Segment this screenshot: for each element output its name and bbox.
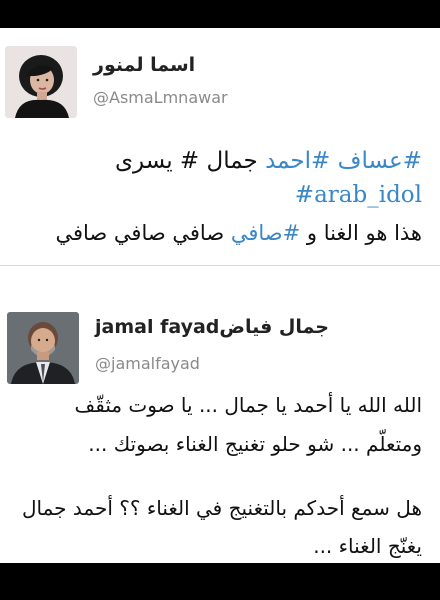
tweet-jamal: jamal fayadجمال فياض @jamalfayad الله ال… [0,266,440,563]
avatar-asma[interactable] [5,46,77,118]
hashtag-link[interactable]: #احمد [265,148,330,174]
tweet-text: الله الله يا أحمد يا جمال ... يا صوت مثق… [74,393,423,417]
tweet-screenshot: اسما لمنور @AsmaLmnawar #عساف #احمد جمال… [0,28,440,563]
tweet-text: يغنّج الغناء ... [313,534,422,558]
tweet-text: هل سمع أحدكم بالتغنيج في الغناء ؟؟ أحمد … [21,496,422,520]
tweet-text: جمال # يسرى [115,148,266,174]
display-name-latin: jamal fayad [95,316,220,338]
avatar-jamal[interactable] [7,312,79,384]
tweet-text: هذا هو الغنا و [300,221,422,245]
display-name-arabic: جمال فياض [219,316,329,338]
hashtag-link[interactable]: #صافي [231,221,300,245]
tweet-asma: اسما لمنور @AsmaLmnawar #عساف #احمد جمال… [0,28,440,266]
display-name[interactable]: jamal fayadجمال فياض [95,316,329,338]
user-handle[interactable]: @jamalfayad [95,354,200,373]
tweet-text-line: هذا هو الغنا و #صافي صافي صافي صافي [55,221,422,245]
hashtag-link[interactable]: #arab_idol [295,182,422,208]
tweet-text: صافي صافي صافي [55,221,231,245]
hashtag-link[interactable]: #عساف [338,148,422,174]
display-name[interactable]: اسما لمنور [93,54,195,76]
tweet-text-line: #عساف #احمد جمال # يسرى [115,148,422,174]
user-handle[interactable]: @AsmaLmnawar [93,88,228,107]
tweet-text: ومتعلّم ... شو حلو تغنيج الغناء بصوتك ..… [88,432,422,456]
